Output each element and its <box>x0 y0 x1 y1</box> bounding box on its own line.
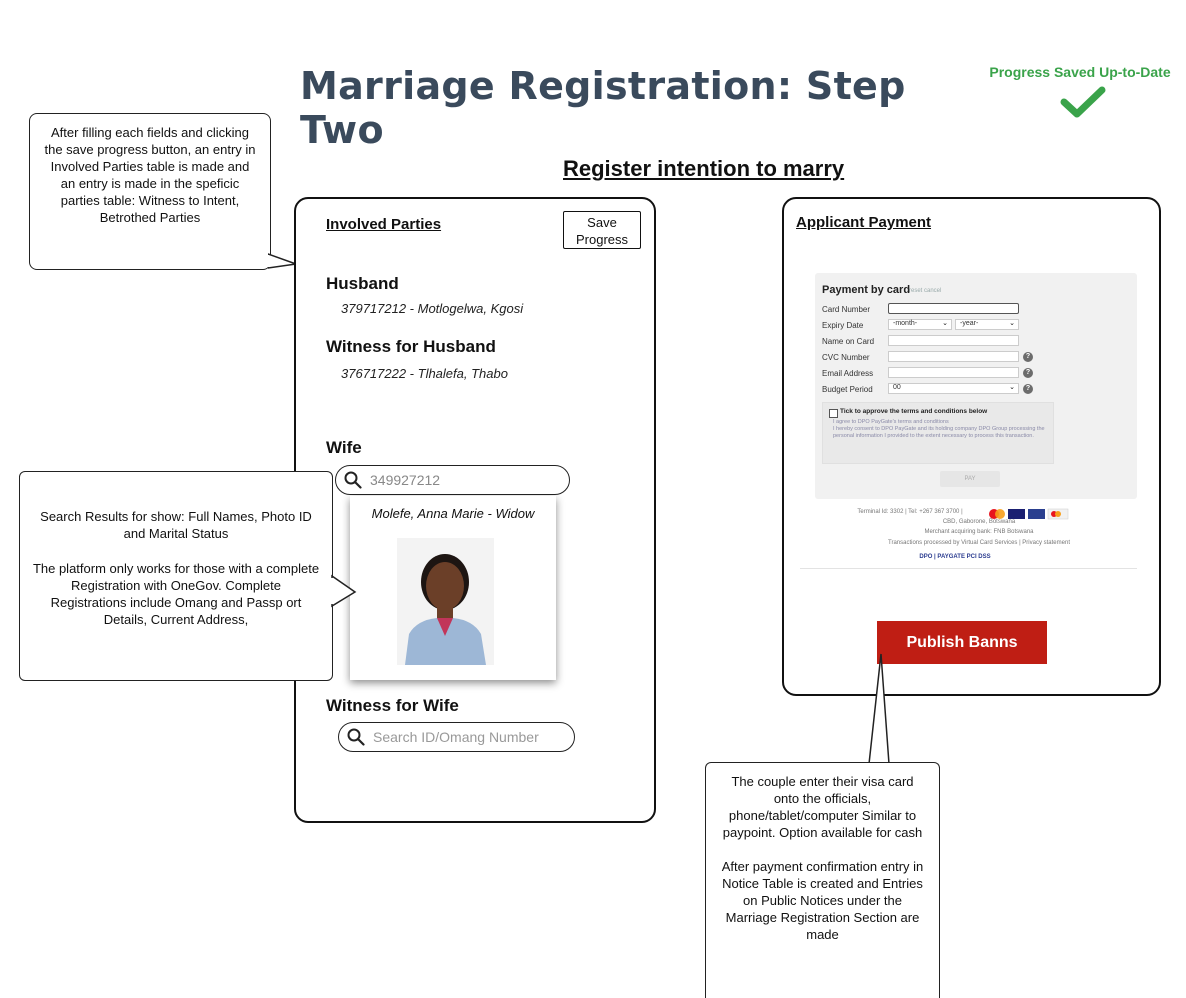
expiry-month-value: -month- <box>893 320 918 327</box>
terms-item-1: I agree to DPO PayGate's terms and condi… <box>833 419 949 425</box>
divider <box>800 568 1137 569</box>
expiry-year-select[interactable]: -year- ⌄ <box>955 319 1019 330</box>
name-on-card-input[interactable] <box>888 335 1019 346</box>
wife-label: Wife <box>326 438 362 457</box>
cvc-label: CVC Number <box>822 353 870 362</box>
search-note-callout: Search Results for show: Full Names, Pho… <box>19 471 333 681</box>
witness-wife-search-input[interactable]: Search ID/Omang Number <box>338 722 575 752</box>
payment-footer-bank: Merchant acquiring bank: FNB Botswana <box>924 529 1034 535</box>
section-subtitle: Register intention to marry <box>563 156 845 181</box>
budget-period-label: Budget Period <box>822 385 873 394</box>
callout-pointer <box>868 653 890 765</box>
husband-label: Husband <box>326 274 399 293</box>
applicant-payment-heading: Applicant Payment <box>796 214 932 231</box>
card-payment-form: Payment by card reset cancel Card Number… <box>815 273 1137 499</box>
budget-period-select[interactable]: 00 ⌄ <box>888 383 1019 394</box>
chevron-down-icon: ⌄ <box>942 320 948 327</box>
terms-item-2: I hereby consent to DPO PayGate and its … <box>833 426 1045 439</box>
involved-parties-heading: Involved Parties <box>326 216 442 233</box>
search-note-text-2: The platform only works for those with a… <box>32 561 320 627</box>
photo-id-image <box>397 538 494 665</box>
help-icon[interactable]: ? <box>1023 368 1033 378</box>
email-input[interactable] <box>888 367 1019 378</box>
card-number-input[interactable] <box>888 303 1019 314</box>
witness-wife-label: Witness for Wife <box>326 696 459 715</box>
budget-period-value: 00 <box>893 384 901 391</box>
page-title: Marriage Registration: Step Two <box>300 64 906 152</box>
save-label-line1: Save <box>587 215 617 230</box>
payment-footer-logos: DPO | PAYGATE PCI DSS <box>919 554 991 560</box>
terms-title: Tick to approve the terms and conditions… <box>840 408 988 415</box>
save-status: Progress Saved Up-to-Date <box>989 64 1171 80</box>
checkmark-icon <box>1060 86 1106 118</box>
cvc-input[interactable] <box>888 351 1019 362</box>
wife-search-value: 349927212 <box>370 472 441 488</box>
search-icon <box>344 471 362 489</box>
expiry-year-value: -year- <box>960 320 979 327</box>
help-icon[interactable]: ? <box>1023 384 1033 394</box>
chevron-down-icon: ⌄ <box>1009 320 1015 327</box>
name-on-card-label: Name on Card <box>822 337 875 346</box>
pay-button[interactable]: PAY <box>940 471 1000 487</box>
search-note-text-1: Search Results for show: Full Names, Pho… <box>40 509 312 541</box>
payment-note-text-1: The couple enter their visa card onto th… <box>722 774 923 840</box>
card-payment-links[interactable]: reset cancel <box>909 288 941 294</box>
card-payment-title: Payment by card <box>822 284 911 296</box>
chevron-down-icon: ⌄ <box>1009 384 1015 391</box>
payment-note-text-2: After payment confirmation entry in Noti… <box>721 859 924 942</box>
payment-footer-address: CBD, Gaborone, Botswana <box>942 519 1016 525</box>
payment-footer-terminal: Terminal Id: 3302 | Tel: +267 367 3700 | <box>857 509 963 515</box>
witness-husband-label: Witness for Husband <box>326 337 496 356</box>
wife-search-input[interactable]: 349927212 <box>335 465 570 495</box>
callout-pointer <box>331 574 357 608</box>
save-note-callout: After filling each fields and clicking t… <box>29 113 271 270</box>
email-label: Email Address <box>822 369 874 378</box>
payment-footer-processor[interactable]: Transactions processed by Virtual Card S… <box>815 540 1143 546</box>
search-result-name[interactable]: Molefe, Anna Marie - Widow <box>350 506 556 521</box>
search-icon <box>347 728 365 746</box>
terms-box: Tick to approve the terms and conditions… <box>822 402 1054 464</box>
payment-note-callout: The couple enter their visa card onto th… <box>705 762 940 998</box>
save-note-text: After filling each fields and clicking t… <box>44 125 256 225</box>
expiry-label: Expiry Date <box>822 321 864 330</box>
witness-wife-placeholder: Search ID/Omang Number <box>373 729 539 745</box>
save-progress-button[interactable]: Save Progress <box>563 211 641 249</box>
card-number-label: Card Number <box>822 305 871 314</box>
terms-checkbox[interactable] <box>829 409 838 418</box>
expiry-month-select[interactable]: -month- ⌄ <box>888 319 952 330</box>
husband-value: 379717212 - Motlogelwa, Kgosi <box>341 301 524 316</box>
save-label-line2: Progress <box>575 232 629 247</box>
witness-husband-value: 376717222 - Tlhalefa, Thabo <box>341 366 508 381</box>
help-icon[interactable]: ? <box>1023 352 1033 362</box>
